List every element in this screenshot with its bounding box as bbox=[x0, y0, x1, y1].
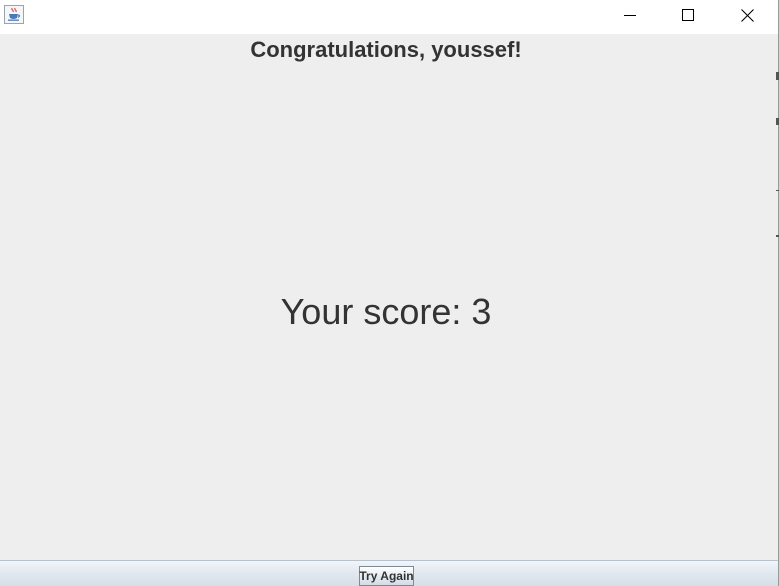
bottom-button-panel: Try Again bbox=[0, 560, 778, 586]
minimize-button[interactable] bbox=[607, 0, 653, 30]
maximize-button[interactable] bbox=[665, 0, 711, 30]
content-panel: Congratulations, youssef! Your score: 3 bbox=[0, 34, 778, 560]
title-bar[interactable] bbox=[0, 0, 778, 34]
maximize-icon bbox=[682, 9, 694, 21]
minimize-icon bbox=[624, 15, 636, 16]
congratulations-heading: Congratulations, youssef! bbox=[250, 37, 522, 62]
java-coffee-cup-icon[interactable] bbox=[4, 5, 24, 24]
game-over-window: Congratulations, youssef! Your score: 3 … bbox=[0, 0, 779, 586]
score-label: Your score: 3 bbox=[280, 291, 492, 332]
close-button[interactable] bbox=[724, 0, 770, 30]
try-again-button[interactable]: Try Again bbox=[359, 566, 414, 586]
close-icon bbox=[740, 8, 754, 22]
